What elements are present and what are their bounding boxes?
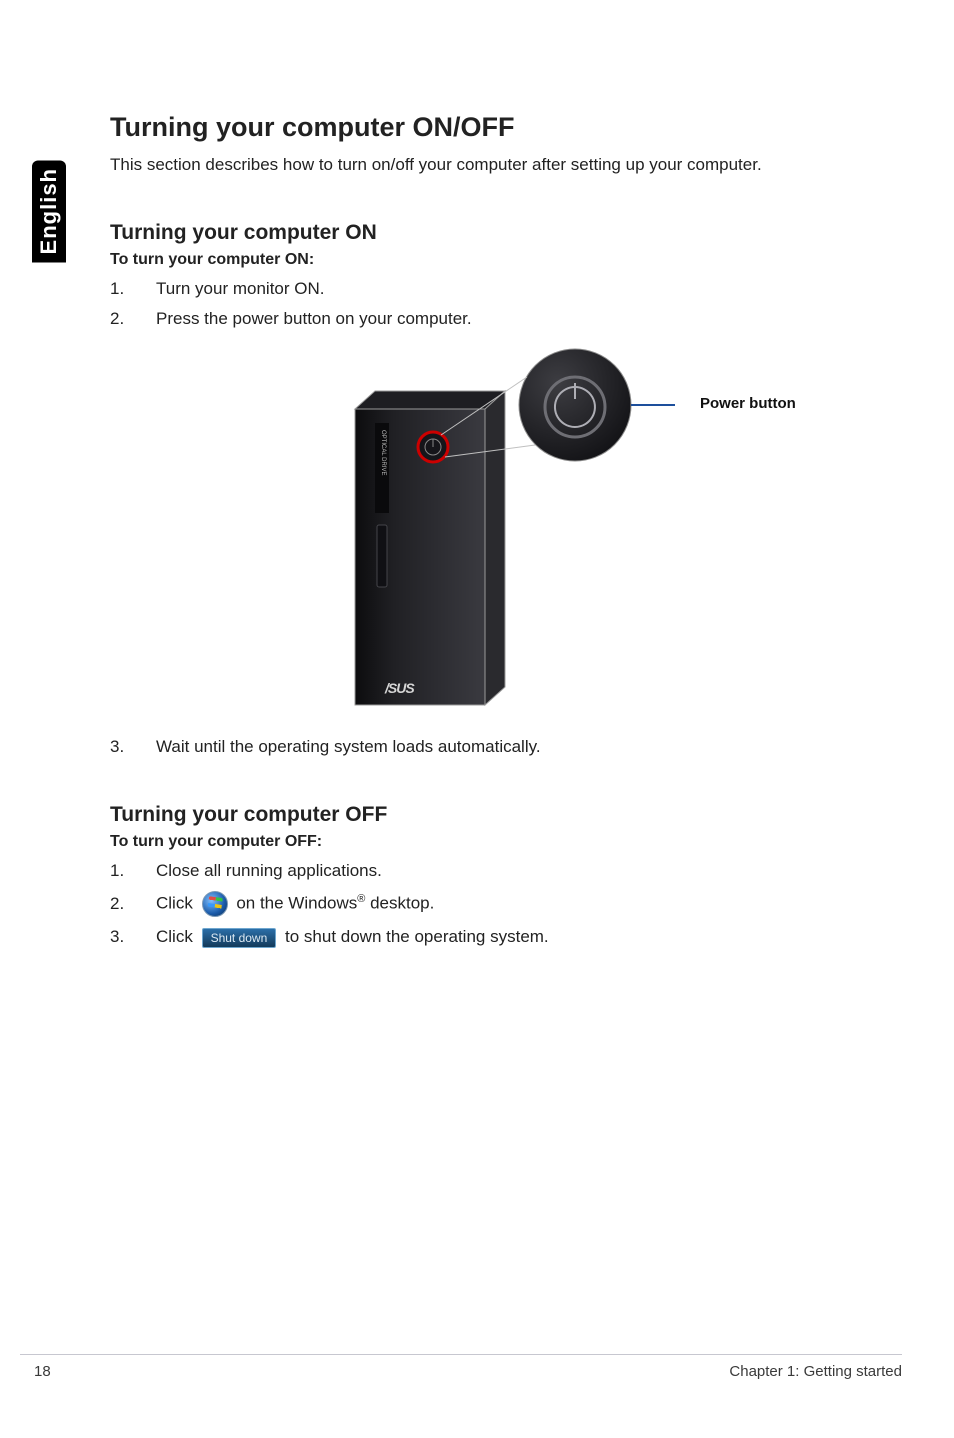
on-step-2: 2. Press the power button on your comput…	[110, 309, 900, 329]
step-text: Click Shut down to shut down the operati…	[156, 927, 549, 948]
language-tab: English	[32, 160, 66, 262]
brand-logo: /SUS	[384, 680, 415, 696]
off-steps-list: 1. Close all running applications. 2. Cl…	[110, 861, 900, 948]
section-on-subhead: To turn your computer ON:	[110, 251, 900, 269]
step-text: Click on the Windows® desktop.	[156, 891, 434, 917]
on-steps-list: 1. Turn your monitor ON. 2. Press the po…	[110, 279, 900, 329]
chapter-label: Chapter 1: Getting started	[729, 1363, 902, 1380]
page-content: Turning your computer ON/OFF This sectio…	[110, 112, 900, 966]
step-number: 2.	[110, 309, 156, 329]
on-step-1: 1. Turn your monitor ON.	[110, 279, 900, 299]
step-text: Wait until the operating system loads au…	[156, 737, 541, 757]
power-button-callout: Power button	[700, 395, 796, 412]
section-on-heading: Turning your computer ON	[110, 221, 900, 245]
text-fragment: desktop.	[365, 893, 434, 912]
step-text: Turn your monitor ON.	[156, 279, 324, 299]
step-number: 3.	[110, 927, 156, 947]
step-number: 1.	[110, 279, 156, 299]
step-text: Press the power button on your computer.	[156, 309, 472, 329]
on-steps-list-cont: 3. Wait until the operating system loads…	[110, 737, 900, 757]
intro-text: This section describes how to turn on/of…	[110, 155, 900, 175]
section-off-subhead: To turn your computer OFF:	[110, 833, 900, 851]
text-fragment: on the Windows	[236, 893, 357, 912]
off-step-2: 2. Click on the Windows® desktop.	[110, 891, 900, 917]
power-button-illustration: OPTICAL DRIVE /SUS Power	[110, 347, 900, 707]
shut-down-button-graphic: Shut down	[202, 928, 277, 948]
step-number: 3.	[110, 737, 156, 757]
text-fragment: Click	[156, 927, 198, 946]
page-title: Turning your computer ON/OFF	[110, 112, 900, 143]
page-footer: 18 Chapter 1: Getting started	[20, 1354, 902, 1380]
off-step-1: 1. Close all running applications.	[110, 861, 900, 881]
text-fragment: Click	[156, 893, 193, 912]
on-step-3: 3. Wait until the operating system loads…	[110, 737, 900, 757]
text-fragment: to shut down the operating system.	[280, 927, 548, 946]
optical-drive-label: OPTICAL DRIVE	[380, 430, 386, 475]
step-text: Close all running applications.	[156, 861, 382, 881]
section-off-heading: Turning your computer OFF	[110, 803, 900, 827]
page-number: 18	[34, 1363, 51, 1380]
off-step-3: 3. Click Shut down to shut down the oper…	[110, 927, 900, 948]
step-number: 2.	[110, 894, 156, 914]
step-number: 1.	[110, 861, 156, 881]
windows-start-icon	[202, 891, 228, 917]
